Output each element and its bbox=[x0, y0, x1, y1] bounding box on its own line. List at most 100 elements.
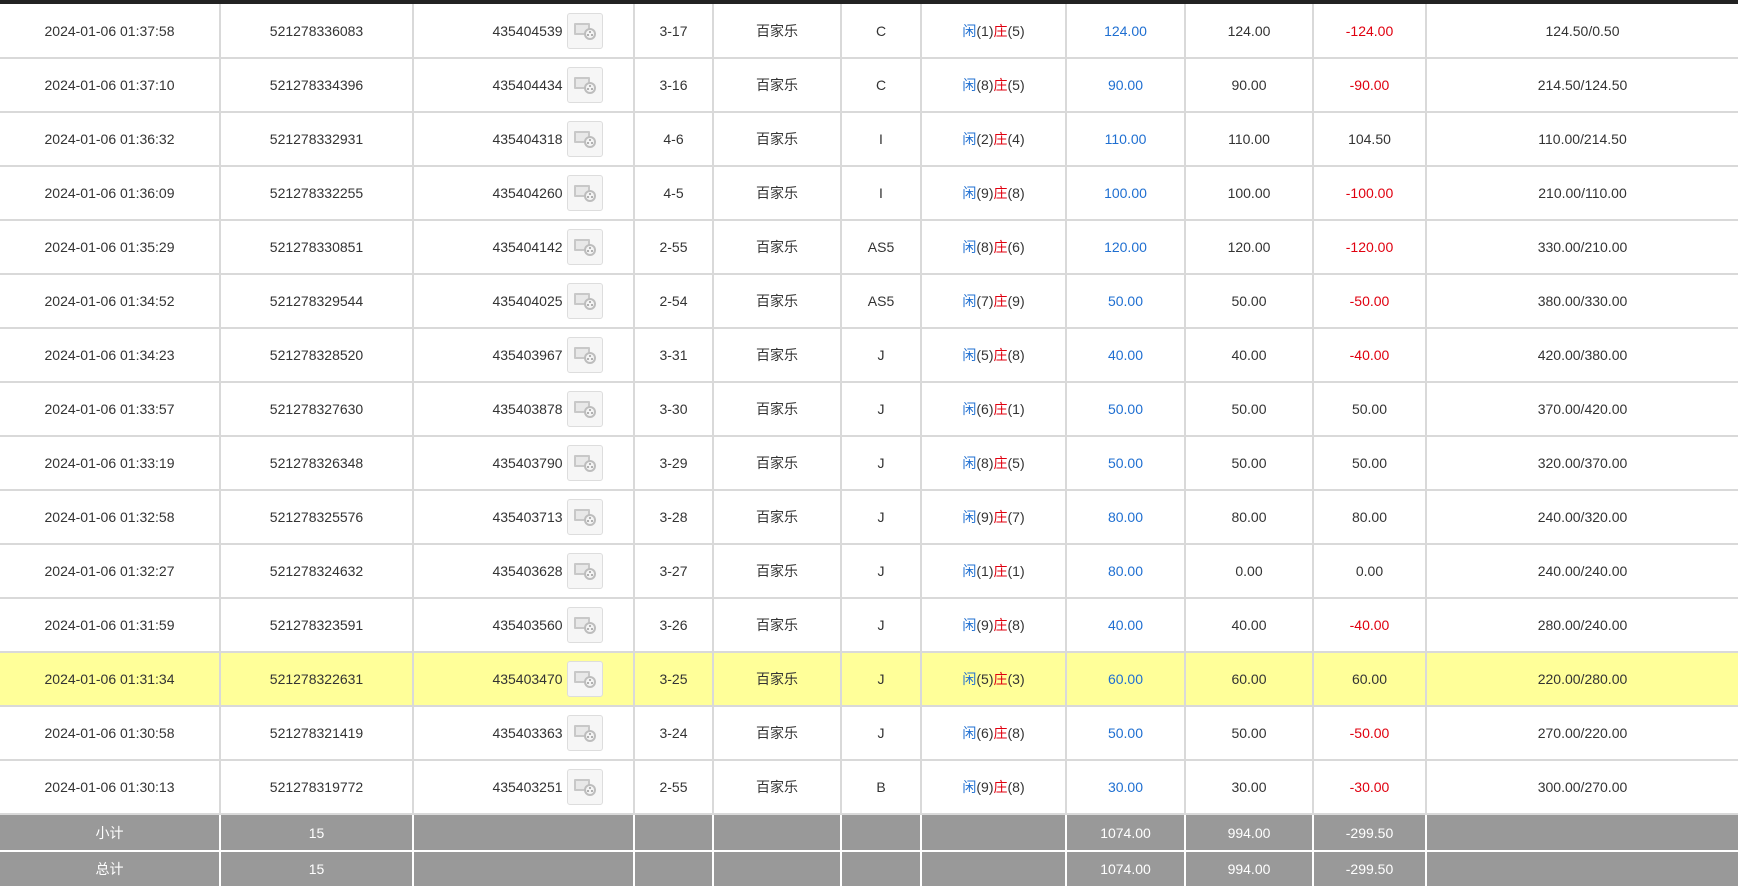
video-replay-icon[interactable] bbox=[566, 283, 603, 319]
table-row: 2024-01-06 01:33:57 521278327630 435403878… bbox=[0, 382, 1738, 437]
video-replay-icon[interactable] bbox=[566, 715, 603, 751]
balance-change: 124.50/0.50 bbox=[1426, 4, 1738, 59]
banker-score: (8) bbox=[1007, 617, 1025, 633]
round-number: 435403967 bbox=[492, 347, 563, 363]
bet-amount[interactable]: 50.00 bbox=[1066, 382, 1186, 437]
game-result: 闲(9)庄(7) bbox=[921, 490, 1067, 545]
valid-bet: 50.00 bbox=[1185, 274, 1314, 329]
round-cell: 435403560 bbox=[413, 598, 635, 653]
round-cell: 435404318 bbox=[413, 112, 635, 167]
round-cell: 435404025 bbox=[413, 274, 635, 329]
banker-label: 庄 bbox=[993, 563, 1008, 579]
table-row: 2024-01-06 01:36:32 521278332931 435404318… bbox=[0, 112, 1738, 167]
order-number: 521278322631 bbox=[220, 652, 414, 707]
bet-time: 2024-01-06 01:30:58 bbox=[0, 706, 221, 761]
bet-amount[interactable]: 40.00 bbox=[1066, 328, 1186, 383]
video-replay-icon[interactable] bbox=[566, 607, 603, 643]
bet-amount[interactable]: 110.00 bbox=[1066, 112, 1186, 167]
game-result: 闲(5)庄(8) bbox=[921, 328, 1067, 383]
win-loss: -124.00 bbox=[1313, 4, 1427, 59]
bet-amount[interactable]: 124.00 bbox=[1066, 4, 1186, 59]
subtotal-win: -299.50 bbox=[1313, 814, 1427, 852]
video-replay-icon[interactable] bbox=[566, 67, 603, 103]
video-replay-icon[interactable] bbox=[566, 661, 603, 697]
table-row: 2024-01-06 01:34:23 521278328520 435403967… bbox=[0, 328, 1738, 383]
bet-amount[interactable]: 30.00 bbox=[1066, 760, 1186, 815]
shoe-hand: 2-55 bbox=[634, 220, 714, 275]
video-replay-icon[interactable] bbox=[566, 337, 603, 373]
video-replay-icon[interactable] bbox=[566, 175, 603, 211]
round-cell: 435403363 bbox=[413, 706, 635, 761]
round-number: 435404142 bbox=[492, 239, 563, 255]
banker-score: (4) bbox=[1007, 131, 1025, 147]
player-label: 闲 bbox=[962, 401, 977, 417]
bet-amount[interactable]: 60.00 bbox=[1066, 652, 1186, 707]
bet-time: 2024-01-06 01:34:23 bbox=[0, 328, 221, 383]
game-type: 百家乐 bbox=[713, 760, 842, 815]
shoe-hand: 2-54 bbox=[634, 274, 714, 329]
bet-amount[interactable]: 40.00 bbox=[1066, 598, 1186, 653]
game-type: 百家乐 bbox=[713, 652, 842, 707]
video-replay-icon[interactable] bbox=[566, 229, 603, 265]
order-number: 521278325576 bbox=[220, 490, 414, 545]
bet-amount[interactable]: 100.00 bbox=[1066, 166, 1186, 221]
balance-change: 214.50/124.50 bbox=[1426, 58, 1738, 113]
round-number: 435403878 bbox=[492, 401, 563, 417]
video-replay-icon[interactable] bbox=[566, 445, 603, 481]
video-replay-icon[interactable] bbox=[566, 769, 603, 805]
win-loss: 0.00 bbox=[1313, 544, 1427, 599]
shoe-hand: 3-24 bbox=[634, 706, 714, 761]
bet-amount[interactable]: 50.00 bbox=[1066, 706, 1186, 761]
banker-score: (5) bbox=[1007, 455, 1025, 471]
bet-amount[interactable]: 50.00 bbox=[1066, 274, 1186, 329]
table-code: I bbox=[841, 166, 922, 221]
total-row: 总计 15 1074.00 994.00 -299.50 bbox=[0, 851, 1738, 888]
bet-amount[interactable]: 120.00 bbox=[1066, 220, 1186, 275]
game-type: 百家乐 bbox=[713, 112, 842, 167]
order-number: 521278323591 bbox=[220, 598, 414, 653]
valid-bet: 40.00 bbox=[1185, 328, 1314, 383]
player-label: 闲 bbox=[962, 725, 977, 741]
bet-amount[interactable]: 90.00 bbox=[1066, 58, 1186, 113]
table-code: I bbox=[841, 112, 922, 167]
bet-amount[interactable]: 50.00 bbox=[1066, 436, 1186, 491]
table-row: 2024-01-06 01:31:59 521278323591 435403560… bbox=[0, 598, 1738, 653]
bet-time: 2024-01-06 01:32:58 bbox=[0, 490, 221, 545]
valid-bet: 124.00 bbox=[1185, 4, 1314, 59]
valid-bet: 30.00 bbox=[1185, 760, 1314, 815]
game-type: 百家乐 bbox=[713, 436, 842, 491]
video-replay-icon[interactable] bbox=[566, 391, 603, 427]
round-cell: 435403967 bbox=[413, 328, 635, 383]
game-result: 闲(9)庄(8) bbox=[921, 760, 1067, 815]
bet-time: 2024-01-06 01:37:10 bbox=[0, 58, 221, 113]
bet-amount[interactable]: 80.00 bbox=[1066, 490, 1186, 545]
table-code: J bbox=[841, 706, 922, 761]
win-loss: -50.00 bbox=[1313, 274, 1427, 329]
table-row: 2024-01-06 01:30:58 521278321419 435403363… bbox=[0, 706, 1738, 761]
win-loss: -120.00 bbox=[1313, 220, 1427, 275]
game-result: 闲(8)庄(5) bbox=[921, 436, 1067, 491]
bet-amount[interactable]: 80.00 bbox=[1066, 544, 1186, 599]
table-row: 2024-01-06 01:35:29 521278330851 435404142… bbox=[0, 220, 1738, 275]
balance-change: 320.00/370.00 bbox=[1426, 436, 1738, 491]
video-replay-icon[interactable] bbox=[566, 553, 603, 589]
valid-bet: 40.00 bbox=[1185, 598, 1314, 653]
player-score: (6) bbox=[976, 401, 994, 417]
shoe-hand: 3-17 bbox=[634, 4, 714, 59]
video-replay-icon[interactable] bbox=[566, 121, 603, 157]
balance-change: 110.00/214.50 bbox=[1426, 112, 1738, 167]
game-type: 百家乐 bbox=[713, 220, 842, 275]
order-number: 521278330851 bbox=[220, 220, 414, 275]
shoe-hand: 3-27 bbox=[634, 544, 714, 599]
banker-score: (7) bbox=[1007, 509, 1025, 525]
shoe-hand: 3-30 bbox=[634, 382, 714, 437]
balance-change: 210.00/110.00 bbox=[1426, 166, 1738, 221]
video-replay-icon[interactable] bbox=[566, 12, 603, 49]
video-replay-icon[interactable] bbox=[566, 499, 603, 535]
banker-score: (8) bbox=[1007, 347, 1025, 363]
round-number: 435404318 bbox=[492, 131, 563, 147]
bet-time: 2024-01-06 01:32:27 bbox=[0, 544, 221, 599]
round-number: 435403251 bbox=[492, 779, 563, 795]
round-number: 435404539 bbox=[492, 22, 563, 39]
player-label: 闲 bbox=[962, 239, 977, 255]
